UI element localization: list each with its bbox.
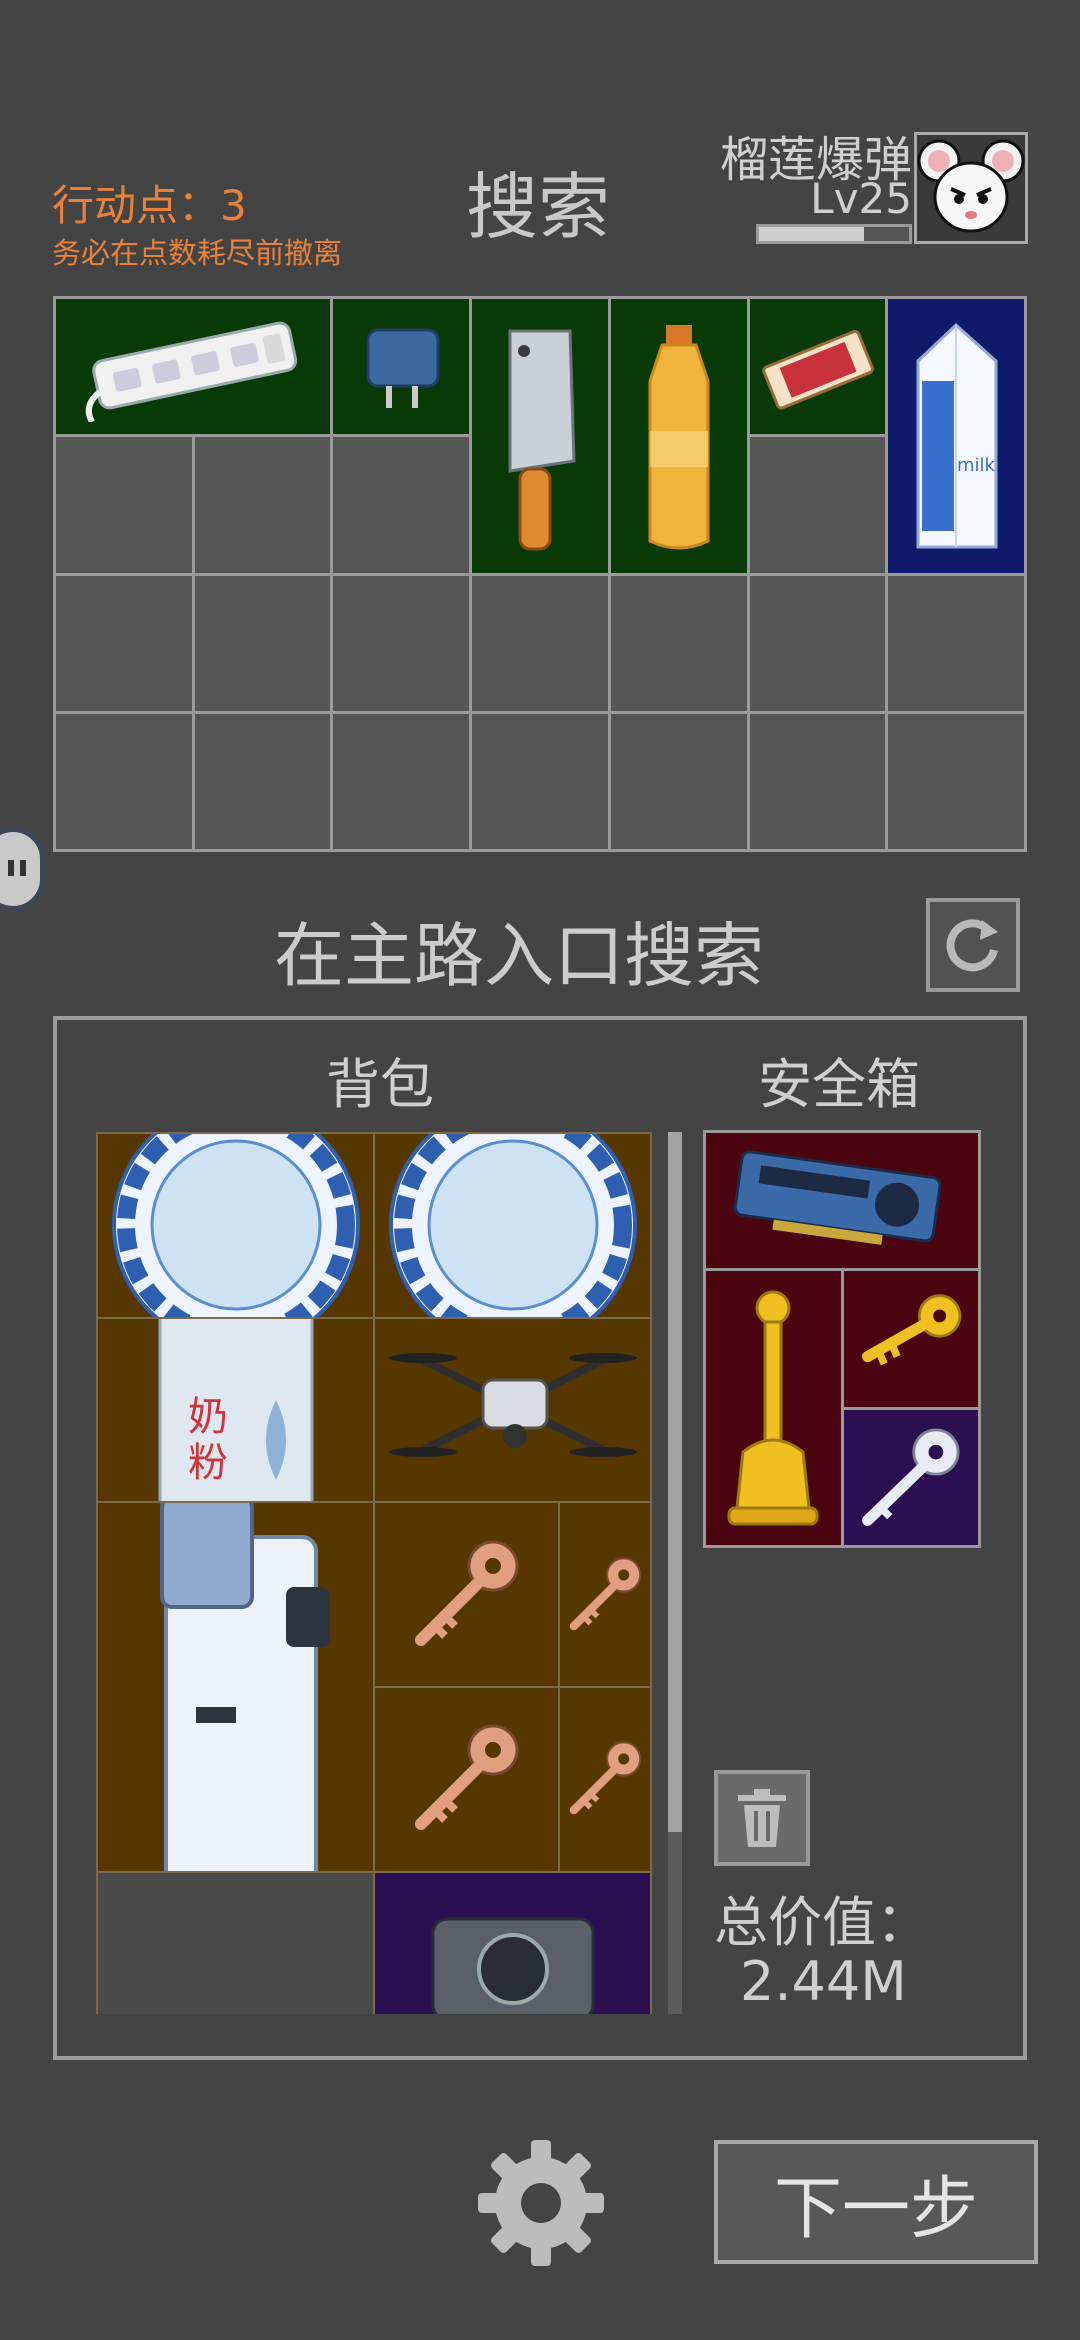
loot-slot-empty <box>333 713 470 849</box>
bag-item-drone[interactable] <box>375 1318 650 1502</box>
loot-slot-empty <box>56 437 192 573</box>
total-value: 2.44M <box>740 1950 907 2013</box>
loot-item-milk-carton[interactable]: milk <box>888 299 1024 573</box>
safe-item-gold-key[interactable] <box>843 1271 978 1407</box>
loot-slot-empty <box>333 575 470 711</box>
refresh-icon <box>946 919 998 972</box>
avatar[interactable] <box>914 132 1028 244</box>
bag-title: 背包 <box>326 1053 434 1116</box>
total-value-label: 总价值： <box>714 1891 930 1954</box>
trash-icon <box>738 1789 786 1847</box>
xp-bar <box>756 224 912 244</box>
loot-slot-empty <box>888 575 1024 711</box>
bag-item-porcelain-plate[interactable] <box>375 1134 650 1317</box>
bag-item-bronze-key[interactable] <box>559 1688 650 1871</box>
player-level: Lv25 <box>810 174 912 223</box>
loot-item-cleaver[interactable] <box>472 299 608 573</box>
loot-slot-empty <box>610 575 747 711</box>
loot-item-phone-charger[interactable] <box>333 299 470 435</box>
loot-item-oil-bottle[interactable] <box>610 299 747 573</box>
loot-slot-empty <box>749 713 886 849</box>
loot-slot-empty <box>472 575 608 711</box>
safe-box-grid <box>703 1130 981 1548</box>
bag-item-porcelain-plate[interactable] <box>98 1134 373 1317</box>
loot-slot-empty <box>194 575 331 711</box>
loot-item-matchbox[interactable] <box>749 299 886 435</box>
bag-item-camera[interactable] <box>375 1872 650 2014</box>
bag-slot-empty <box>98 1872 373 2014</box>
safe-item-golden-trophy[interactable] <box>706 1271 841 1545</box>
svg-text:粉: 粉 <box>188 1440 228 1486</box>
loot-slot-empty <box>749 575 886 711</box>
loot-slot-empty <box>610 713 747 849</box>
loot-slot-empty <box>749 437 886 573</box>
bag-item-bronze-key[interactable] <box>375 1688 558 1871</box>
xp-bar-fill <box>759 227 864 241</box>
loot-slot-empty <box>333 437 470 573</box>
svg-text:milk: milk <box>957 455 996 476</box>
settings-button[interactable] <box>476 2138 606 2268</box>
page-title: 搜索 <box>466 165 611 249</box>
side-drawer-handle[interactable] <box>0 826 46 912</box>
safe-box-title: 安全箱 <box>758 1053 920 1116</box>
next-step-button[interactable]: 下一步 <box>714 2140 1038 2264</box>
safe-item-silver-key[interactable] <box>843 1409 978 1545</box>
loot-grid: milk <box>53 296 1027 852</box>
bag-scroll-thumb[interactable] <box>668 1132 682 1832</box>
loot-slot-empty <box>888 713 1024 849</box>
location-title: 在主路入口搜索 <box>274 915 764 997</box>
bag-item-water-dispenser[interactable] <box>98 1503 373 1871</box>
refresh-button[interactable] <box>926 898 1020 992</box>
loot-slot-empty <box>194 713 331 849</box>
safe-item-graphics-card[interactable] <box>706 1133 978 1269</box>
bag-scrollbar[interactable] <box>668 1132 682 2014</box>
bag-scroll-area[interactable]: 奶 粉 <box>96 1132 652 2014</box>
trash-button[interactable] <box>714 1770 810 1866</box>
loot-slot-empty <box>56 713 192 849</box>
evacuate-warning: 务必在点数耗尽前撤离 <box>52 236 343 270</box>
gear-icon <box>478 2140 604 2266</box>
bag-item-milk-powder-can[interactable]: 奶 粉 <box>98 1318 373 1502</box>
bag-item-bronze-key[interactable] <box>375 1503 558 1686</box>
bag-item-bronze-key[interactable] <box>559 1503 650 1686</box>
svg-text:奶: 奶 <box>188 1394 228 1440</box>
loot-slot-empty <box>56 575 192 711</box>
bag-grid: 奶 粉 <box>96 1132 652 2014</box>
action-points: 行动点：3 <box>52 181 247 230</box>
loot-slot-empty <box>472 713 608 849</box>
loot-slot-empty <box>194 437 331 573</box>
loot-item-power-strip[interactable] <box>56 299 331 435</box>
